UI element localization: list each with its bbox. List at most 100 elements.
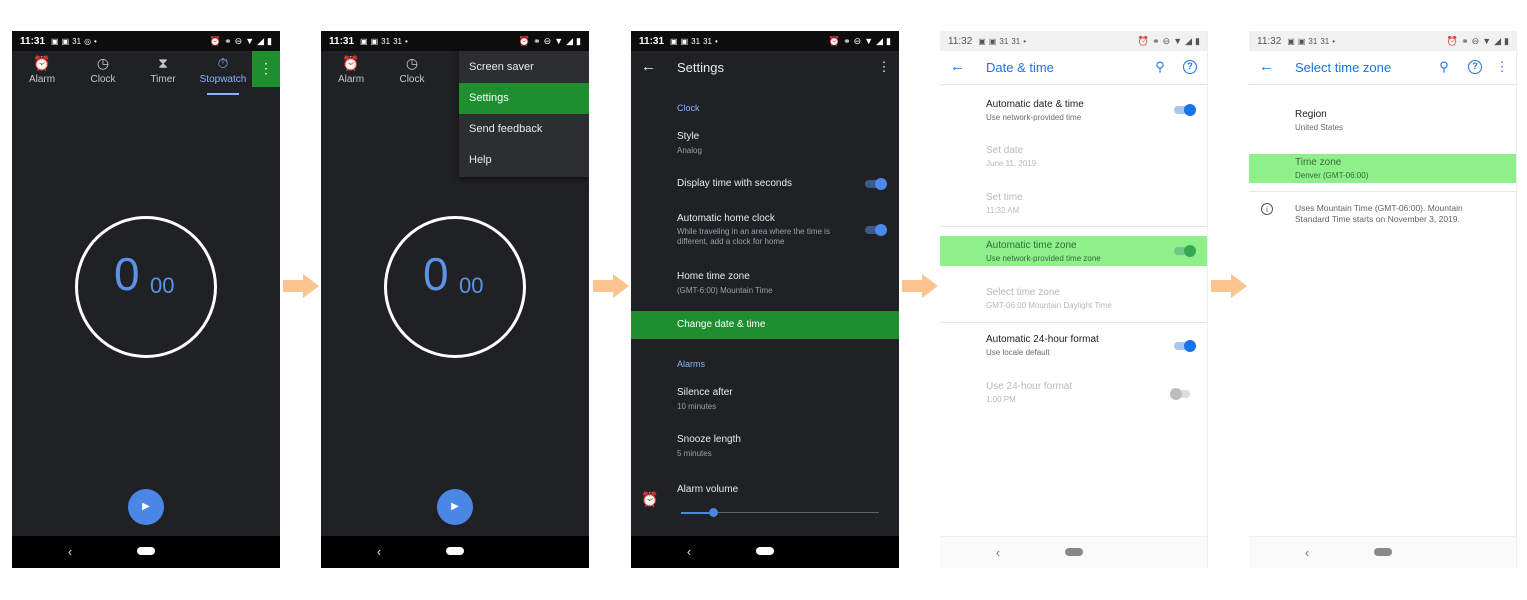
setting-snooze-length[interactable]: Snooze length 5 minutes <box>631 428 899 464</box>
gallery-icon: ▣ <box>370 36 379 46</box>
nav-home-button[interactable] <box>446 547 464 555</box>
menu-item-help[interactable]: Help <box>459 145 589 176</box>
nav-back-button[interactable]: ‹ <box>62 544 78 559</box>
gallery-icon: ▣ <box>61 36 70 46</box>
setting-home-time-zone[interactable]: Home time zone (GMT-6:00) Mountain Time <box>631 265 899 301</box>
setting-silence-after[interactable]: Silence after 10 minutes <box>631 381 899 417</box>
dot-icon: • <box>404 36 408 46</box>
wifi-icon: ▼ <box>1173 35 1183 46</box>
start-button[interactable]: ▶ <box>437 489 473 525</box>
photo-icon: ▣ <box>51 36 59 46</box>
setting-display-seconds[interactable]: Display time with seconds <box>631 171 899 197</box>
more-vert-icon: ⋮ <box>259 60 273 76</box>
step-arrow-3 <box>902 274 938 298</box>
home-clock-toggle[interactable] <box>865 224 887 236</box>
setting-automatic-time-zone[interactable]: Automatic time zone Use network-provided… <box>940 236 1207 266</box>
status-bar: 11:32 ▣ ▣ 31 31 • ⏰ ⚭ ⊖ ▼ ◢ ▮ <box>940 31 1207 51</box>
nav-back-button[interactable]: ‹ <box>1299 545 1315 560</box>
signal-icon: ◢ <box>1185 35 1193 46</box>
stopwatch-icon: ⏱ <box>217 55 229 71</box>
setting-title: Automatic date & time <box>986 99 1084 110</box>
setting-subtitle: 1:00 PM <box>986 395 1016 404</box>
overflow-menu-button[interactable]: ⋮ <box>252 51 280 87</box>
tab-clock[interactable]: ◷ Clock <box>382 51 442 95</box>
nav-bar: ‹ <box>321 536 589 568</box>
setting-subtitle: Denver (GMT-06:00) <box>1295 171 1369 180</box>
tab-stopwatch[interactable]: ⏱ Stopwatch <box>193 51 253 95</box>
nav-home-button[interactable] <box>1374 548 1392 556</box>
help-icon[interactable]: ? <box>1468 60 1482 74</box>
step-arrow-1 <box>283 274 319 298</box>
auto-date-time-toggle[interactable] <box>1174 104 1196 116</box>
tab-alarm[interactable]: ⏰ Alarm <box>12 51 72 95</box>
tab-clock[interactable]: ◷ Clock <box>73 51 133 95</box>
dot-icon: • <box>1023 36 1027 46</box>
setting-title: Home time zone <box>677 271 750 282</box>
setting-automatic-24-hour[interactable]: Automatic 24-hour format Use locale defa… <box>940 328 1207 364</box>
nav-bar: ‹ <box>1249 536 1516 568</box>
signal-icon: ◢ <box>257 35 265 46</box>
more-vert-icon[interactable]: ⋮ <box>876 59 892 75</box>
nav-bar: ‹ <box>631 536 899 568</box>
status-time: 11:31 <box>329 35 355 47</box>
more-vert-icon[interactable]: ⋮ <box>1494 59 1510 75</box>
setting-change-date-time[interactable]: Change date & time <box>631 311 899 339</box>
nav-home-button[interactable] <box>756 547 774 555</box>
alarm-status-icon: ⏰ <box>518 35 531 46</box>
nav-back-button[interactable]: ‹ <box>681 544 697 559</box>
photo-icon: ▣ <box>978 36 986 46</box>
setting-style[interactable]: Style Analog <box>631 125 899 165</box>
photo-icon: ▣ <box>360 36 368 46</box>
menu-item-send-feedback[interactable]: Send feedback <box>459 114 589 145</box>
alarm-clock-icon: ⏰ <box>641 491 659 507</box>
menu-item-settings[interactable]: Settings <box>459 83 589 114</box>
date-time-app-bar: ← Date & time ⚲ ? <box>940 51 1207 85</box>
divider <box>940 322 1207 323</box>
stopwatch-seconds: 0 <box>423 248 449 300</box>
auto-time-zone-toggle[interactable] <box>1174 245 1196 257</box>
back-arrow-icon[interactable]: ← <box>1259 58 1274 75</box>
search-icon[interactable]: ⚲ <box>1152 59 1168 75</box>
calendar-icon: 31 <box>1011 36 1021 46</box>
start-button[interactable]: ▶ <box>128 489 164 525</box>
setting-subtitle: 5 minutes <box>677 449 712 458</box>
menu-item-screen-saver[interactable]: Screen saver <box>459 52 589 83</box>
status-bar: 11:31 ▣ ▣ 31 ◎ • ⏰ ⚭ ⊖ ▼ ◢ ▮ <box>12 31 280 51</box>
nav-home-button[interactable] <box>137 547 155 555</box>
setting-region[interactable]: Region United States <box>1249 103 1516 139</box>
back-arrow-icon[interactable]: ← <box>641 58 656 75</box>
nav-back-button[interactable]: ‹ <box>371 544 387 559</box>
wifi-icon: ▼ <box>554 35 564 46</box>
battery-icon: ▮ <box>267 35 272 46</box>
nav-home-button[interactable] <box>1065 548 1083 556</box>
calendar-icon: 31 <box>393 36 402 46</box>
setting-title: Silence after <box>677 387 733 398</box>
help-icon[interactable]: ? <box>1183 60 1197 74</box>
setting-subtitle: Use network-provided time <box>986 113 1082 122</box>
setting-time-zone[interactable]: Time zone Denver (GMT-06:00) <box>1249 154 1516 183</box>
divider <box>940 226 1207 227</box>
divider <box>1249 191 1516 192</box>
setting-automatic-home-clock[interactable]: Automatic home clock While traveling in … <box>631 207 899 251</box>
tab-timer[interactable]: ⧗ Timer <box>133 51 193 95</box>
search-icon[interactable]: ⚲ <box>1436 59 1452 75</box>
gallery-icon: ▣ <box>1297 36 1306 46</box>
volume-slider-handle[interactable] <box>709 508 718 517</box>
phone-overflow-menu: 11:31 ▣ ▣ 31 31 • ⏰ ⚭ ⊖ ▼ ◢ ▮ ⏰ Alarm ◷ … <box>321 31 589 568</box>
tab-alarm[interactable]: ⏰ Alarm <box>321 51 381 95</box>
auto-24-hour-toggle[interactable] <box>1174 340 1196 352</box>
instagram-icon: ◎ <box>84 36 92 46</box>
setting-title: Automatic time zone <box>986 240 1077 251</box>
calendar-icon: 31 <box>703 36 712 46</box>
nav-back-button[interactable]: ‹ <box>990 545 1006 560</box>
setting-title: Snooze length <box>677 434 741 445</box>
wifi-icon: ▼ <box>1482 35 1492 46</box>
calendar-icon: 31 <box>1308 36 1318 46</box>
gallery-icon: ▣ <box>680 36 689 46</box>
seconds-toggle[interactable] <box>865 178 887 190</box>
calendar-icon: 31 <box>999 36 1009 46</box>
back-arrow-icon[interactable]: ← <box>950 58 965 75</box>
setting-automatic-date-time[interactable]: Automatic date & time Use network-provid… <box>940 93 1207 129</box>
link-icon: ⚭ <box>843 35 851 46</box>
calendar-icon: 31 <box>381 36 391 46</box>
